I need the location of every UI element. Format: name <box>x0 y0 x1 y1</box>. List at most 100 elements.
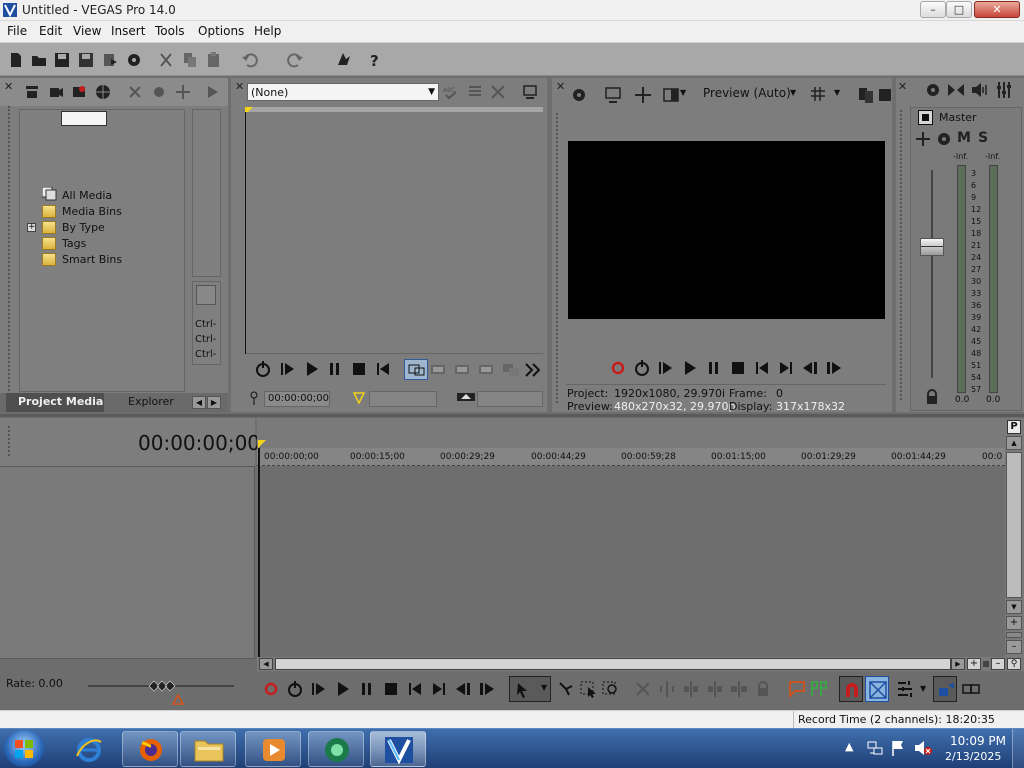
zoom-edit-tool-icon[interactable] <box>601 680 621 698</box>
undo-icon[interactable] <box>241 51 259 69</box>
menu-tools[interactable]: Tools <box>155 24 185 38</box>
go-to-start-icon[interactable] <box>405 680 425 698</box>
zoom-in-vertical-icon[interactable]: + <box>1006 616 1022 630</box>
zoom-in-horizontal-icon[interactable]: + <box>967 658 981 670</box>
master-fader-handle[interactable] <box>920 238 944 256</box>
pause-icon[interactable] <box>357 680 377 698</box>
record-icon[interactable] <box>608 359 628 377</box>
insert-fx-icon[interactable] <box>915 131 931 147</box>
delete-icon[interactable] <box>633 680 653 698</box>
clear-icon[interactable] <box>490 84 506 100</box>
rate-center-icon[interactable] <box>172 694 184 705</box>
add-to-project-icon[interactable] <box>501 361 521 379</box>
enable-snapping-icon[interactable] <box>335 51 353 69</box>
speaker-icon[interactable] <box>970 81 988 99</box>
volume-muted-icon[interactable] <box>913 739 933 757</box>
pause-icon[interactable] <box>325 360 345 378</box>
panel-grip[interactable] <box>8 426 12 456</box>
stop-icon[interactable] <box>381 680 401 698</box>
zoom-out-horizontal-icon[interactable]: – <box>991 658 1005 670</box>
render-icon[interactable] <box>101 51 119 69</box>
external-monitor-icon[interactable] <box>604 86 622 104</box>
vertical-scroll-thumb[interactable] <box>1006 452 1022 598</box>
maximize-button[interactable]: □ <box>946 1 972 18</box>
open-icon[interactable] <box>30 51 48 69</box>
loop-icon[interactable] <box>285 680 305 698</box>
normal-edit-tool-button[interactable]: ▼ <box>509 676 551 702</box>
vertical-zoom-slider[interactable] <box>1006 632 1022 638</box>
master-fx-icon[interactable] <box>924 81 942 99</box>
copy-icon[interactable] <box>181 51 199 69</box>
chevron-down-icon[interactable]: ▼ <box>920 684 926 693</box>
close-button[interactable]: ✕ <box>974 1 1020 18</box>
clock-time[interactable]: 10:09 PM <box>950 734 1006 748</box>
get-media-web-icon[interactable] <box>71 84 87 100</box>
save-as-icon[interactable] <box>77 51 95 69</box>
zoom-tool-icon[interactable]: ⚲ <box>1007 658 1021 670</box>
trimmer-timecode[interactable]: 00:00:00;00 <box>264 391 330 407</box>
solo-button[interactable]: S <box>978 130 988 146</box>
preview-quality-select[interactable]: Preview (Auto) <box>703 86 791 100</box>
globe-icon[interactable] <box>95 84 111 100</box>
loop-icon[interactable] <box>632 359 652 377</box>
trimmer-zoom-field[interactable] <box>477 391 543 407</box>
horizontal-scrollbar[interactable]: ◀ ▶ + – ⚲ <box>257 657 1024 671</box>
panel-grip[interactable] <box>900 110 904 400</box>
more-controls-icon[interactable] <box>523 361 543 379</box>
pause-icon[interactable] <box>704 359 724 377</box>
rate-slider-handle[interactable] <box>147 679 177 693</box>
new-icon[interactable] <box>7 51 25 69</box>
previous-frame-icon[interactable] <box>453 680 473 698</box>
expand-by-type-icon[interactable]: + <box>27 223 36 232</box>
play-icon[interactable] <box>333 680 353 698</box>
horizontal-zoom-slider[interactable] <box>983 661 989 667</box>
taskbar-internet-explorer[interactable] <box>62 731 118 767</box>
cut-icon[interactable] <box>157 51 175 69</box>
lock-envelopes-button[interactable] <box>933 676 957 702</box>
copy-snapshot-icon[interactable] <box>857 86 875 104</box>
region-flag-icon[interactable]: P <box>1007 420 1021 434</box>
trim-icon[interactable] <box>657 680 677 698</box>
scroll-down-icon[interactable]: ▼ <box>1006 600 1022 614</box>
tab-explorer[interactable]: Explorer <box>110 393 188 412</box>
menu-file[interactable]: File <box>7 24 27 38</box>
text-list-icon[interactable] <box>467 84 483 100</box>
menu-help[interactable]: Help <box>254 24 281 38</box>
menu-options[interactable]: Options <box>198 24 244 38</box>
tab-scroll-right-icon[interactable]: ▶ <box>207 396 221 409</box>
timeline-track-area[interactable] <box>260 466 1005 658</box>
go-to-end-icon[interactable] <box>429 680 449 698</box>
trimmer-canvas[interactable] <box>246 112 543 354</box>
lock-icon[interactable] <box>753 680 773 698</box>
media-fx-icon[interactable] <box>151 84 167 100</box>
loop-icon[interactable] <box>253 360 273 378</box>
menu-edit[interactable]: Edit <box>39 24 62 38</box>
envelope-edit-tool-icon[interactable] <box>557 680 577 698</box>
in-point-icon[interactable] <box>249 391 259 405</box>
downmix-icon[interactable] <box>947 81 965 99</box>
ripple-edit-icon[interactable] <box>895 680 915 698</box>
properties-icon[interactable] <box>125 51 143 69</box>
tab-scroll-left-icon[interactable]: ◀ <box>192 396 206 409</box>
record-icon[interactable] <box>261 680 281 698</box>
selection-edit-tool-icon[interactable] <box>579 680 599 698</box>
trim-start-icon[interactable] <box>681 680 701 698</box>
video-output-fx-icon[interactable] <box>570 86 588 104</box>
whats-this-help-icon[interactable]: ? <box>366 51 384 69</box>
mixer-faders-icon[interactable] <box>995 81 1013 99</box>
zoom-out-vertical-icon[interactable]: – <box>1006 640 1022 654</box>
taskbar-firefox[interactable] <box>122 731 178 767</box>
scroll-left-icon[interactable]: ◀ <box>259 658 273 670</box>
split-screen-view-icon[interactable] <box>662 86 680 104</box>
close-panel-icon[interactable]: ✕ <box>556 80 565 93</box>
marker-bar[interactable] <box>257 418 1005 448</box>
network-icon[interactable] <box>866 739 884 757</box>
play-preview-icon[interactable] <box>206 84 220 100</box>
paste-icon[interactable] <box>205 51 223 69</box>
play-from-start-icon[interactable] <box>656 359 676 377</box>
show-desktop-button[interactable] <box>1012 729 1024 768</box>
scroll-right-icon[interactable]: ▶ <box>951 658 965 670</box>
trimmer-media-select[interactable]: (None) ▼ <box>247 83 439 101</box>
scroll-up-icon[interactable]: ▲ <box>1006 436 1022 450</box>
timeline-timecode[interactable]: 00:00:00;00 <box>138 431 260 455</box>
